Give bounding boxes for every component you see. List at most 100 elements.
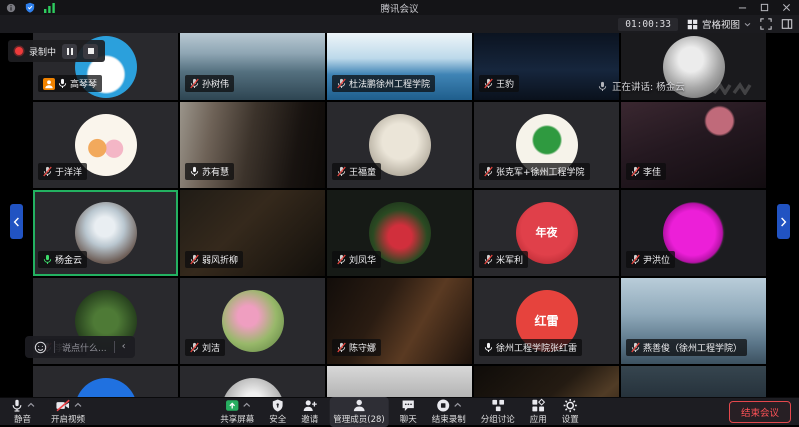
collapse-chat-icon[interactable]: ‹ bbox=[122, 342, 126, 352]
toolbar-mute-button[interactable]: 静音 bbox=[6, 397, 39, 427]
participant-name: 李佳 bbox=[643, 165, 661, 178]
participant-name: 杜法鹏徐州工程学院 bbox=[349, 77, 430, 90]
participant-name-label: 尹洪位 bbox=[626, 251, 675, 268]
toolbar-chat-button[interactable]: 聊天 bbox=[396, 397, 421, 427]
chat-icon bbox=[401, 398, 416, 413]
toolbar-stoprecord-button[interactable]: 结束录制 bbox=[428, 397, 470, 427]
video-cell-r3c5-尹洪位[interactable]: 尹洪位 bbox=[621, 190, 766, 276]
participant-name: 燕善俊（徐州工程学院） bbox=[643, 341, 742, 354]
participant-name: 于洋洋 bbox=[55, 165, 82, 178]
mic-muted-icon bbox=[631, 166, 640, 177]
video-cell-r3c1-杨金云[interactable]: 杨金云 bbox=[33, 190, 178, 276]
toolbar-label: 静音 bbox=[14, 413, 31, 425]
mic-muted-icon bbox=[631, 342, 640, 353]
participant-name: 杨金云 bbox=[55, 253, 82, 266]
video-cell-r2c2-苏有慧[interactable]: 苏有慧 bbox=[180, 102, 325, 188]
previous-page-arrow[interactable] bbox=[10, 204, 23, 239]
apps-icon bbox=[531, 398, 546, 413]
close-button[interactable] bbox=[775, 0, 797, 15]
toolbar-label: 安全 bbox=[269, 413, 286, 425]
toolbar-members-button[interactable]: 管理成员(28) bbox=[329, 397, 388, 427]
participant-name-label: 苏有慧 bbox=[185, 163, 234, 180]
toolbar-breakout-button[interactable]: 分组讨论 bbox=[477, 397, 519, 427]
chevron-up-icon[interactable] bbox=[74, 402, 82, 408]
video-cell-r2c5-李佳[interactable]: 李佳 bbox=[621, 102, 766, 188]
speaking-indicator: 正在讲话: 杨金云 bbox=[598, 79, 685, 93]
video-cell-r4c2-刘洁[interactable]: 刘洁 bbox=[180, 278, 325, 364]
video-cell-r2c4-张克军+徐州工程学院[interactable]: 张克军+徐州工程学院 bbox=[474, 102, 619, 188]
chevron-up-icon[interactable] bbox=[454, 402, 462, 408]
video-cell-r3c3-刘凤华[interactable]: 刘凤华 bbox=[327, 190, 472, 276]
toolbar-label: 设置 bbox=[562, 413, 579, 425]
security-icon bbox=[271, 398, 285, 413]
mic-muted-icon bbox=[631, 254, 640, 265]
avatar-text: 红雷 bbox=[534, 315, 558, 328]
chevron-up-icon[interactable] bbox=[242, 402, 250, 408]
video-cell-r4c3-陈守娜[interactable]: 陈守娜 bbox=[327, 278, 472, 364]
chat-quick-bar[interactable]: 说点什么... ‹ bbox=[25, 336, 135, 358]
toolbar-apps-button[interactable]: 应用 bbox=[526, 397, 551, 427]
share-icon bbox=[224, 398, 239, 413]
emoji-icon[interactable] bbox=[34, 341, 47, 354]
video-cell-r4c4-徐州工程学院张红雷[interactable]: 红雷徐州工程学院张红雷 bbox=[474, 278, 619, 364]
maximize-button[interactable] bbox=[753, 0, 775, 15]
mic-muted-icon bbox=[190, 342, 199, 353]
title-bar: 腾讯会议 bbox=[0, 0, 799, 15]
next-page-arrow[interactable] bbox=[777, 204, 790, 239]
video-cell-r2c3-王福童[interactable]: 王福童 bbox=[327, 102, 472, 188]
view-mode-label: 宫格视图 bbox=[702, 17, 740, 31]
participant-name: 刘凤华 bbox=[349, 253, 376, 266]
minimize-button[interactable] bbox=[731, 0, 753, 15]
video-cell-r3c2-弱风折柳[interactable]: 弱风折柳 bbox=[180, 190, 325, 276]
speaking-text: 正在讲话: 杨金云 bbox=[612, 79, 685, 93]
recording-status-label: 录制中 bbox=[29, 45, 56, 58]
members-icon bbox=[351, 398, 366, 413]
participant-name-label: 徐州工程学院张红雷 bbox=[479, 339, 582, 356]
chat-input-placeholder[interactable]: 说点什么... bbox=[62, 341, 107, 354]
pause-recording-button[interactable] bbox=[62, 44, 77, 59]
participant-name-label: 陈守娜 bbox=[332, 339, 381, 356]
participant-name: 刘洁 bbox=[202, 341, 220, 354]
grid-view-icon bbox=[687, 19, 698, 30]
participant-name-label: 孙树伟 bbox=[185, 75, 234, 92]
toolbar-share-button[interactable]: 共享屏幕 bbox=[216, 397, 258, 427]
video-cell-r1c3-杜法鹏徐州工程学院[interactable]: 杜法鹏徐州工程学院 bbox=[327, 33, 472, 100]
end-meeting-button[interactable]: 结束会议 bbox=[729, 401, 791, 423]
meeting-controls-bar: 01:00:33 宫格视图 bbox=[0, 15, 799, 33]
mic-icon bbox=[43, 254, 52, 265]
video-cell-r1c2-孙树伟[interactable]: 孙树伟 bbox=[180, 33, 325, 100]
toolbar-security-button[interactable]: 安全 bbox=[265, 397, 290, 427]
mic-muted-icon bbox=[337, 254, 346, 265]
video-cell-r4c5-燕善俊（徐州工程学院）[interactable]: 燕善俊（徐州工程学院） bbox=[621, 278, 766, 364]
chevron-up-icon[interactable] bbox=[27, 402, 35, 408]
video-cell-r2c1-于洋洋[interactable]: 于洋洋 bbox=[33, 102, 178, 188]
mic-icon bbox=[484, 342, 493, 353]
participant-name: 王豹 bbox=[496, 77, 514, 90]
toolbar-settings-button[interactable]: 设置 bbox=[558, 397, 583, 427]
recording-dot-icon bbox=[15, 47, 23, 55]
mic-muted-icon bbox=[190, 78, 199, 89]
video-cell-r3c4-米军利[interactable]: 年夜米军利 bbox=[474, 190, 619, 276]
toolbar-label: 共享屏幕 bbox=[220, 413, 254, 425]
mic-muted-icon bbox=[484, 166, 493, 177]
participant-name-label: 高琴琴 bbox=[38, 75, 102, 92]
toolbar-label: 分组讨论 bbox=[481, 413, 515, 425]
side-panel-icon[interactable] bbox=[781, 18, 793, 30]
toolbar-invite-button[interactable]: 邀请 bbox=[297, 397, 322, 427]
toolbar-video-button[interactable]: 开启视频 bbox=[47, 397, 89, 427]
recording-indicator: 录制中 bbox=[8, 40, 105, 62]
toolbar-label: 聊天 bbox=[400, 413, 417, 425]
host-badge-icon bbox=[43, 78, 55, 90]
participant-name: 孙树伟 bbox=[202, 77, 229, 90]
participant-name-label: 王福童 bbox=[332, 163, 381, 180]
breakout-icon bbox=[490, 398, 505, 413]
avatar-text: 年夜 bbox=[536, 227, 558, 239]
toolbar-label: 开启视频 bbox=[51, 413, 85, 425]
stop-recording-button[interactable] bbox=[83, 44, 98, 59]
participant-name-label: 刘洁 bbox=[185, 339, 225, 356]
settings-icon bbox=[563, 398, 578, 413]
mic-muted-icon bbox=[484, 254, 493, 265]
fullscreen-icon[interactable] bbox=[760, 18, 772, 30]
app-watermark-icon bbox=[712, 80, 752, 99]
view-mode-button[interactable]: 宫格视图 bbox=[687, 17, 751, 31]
